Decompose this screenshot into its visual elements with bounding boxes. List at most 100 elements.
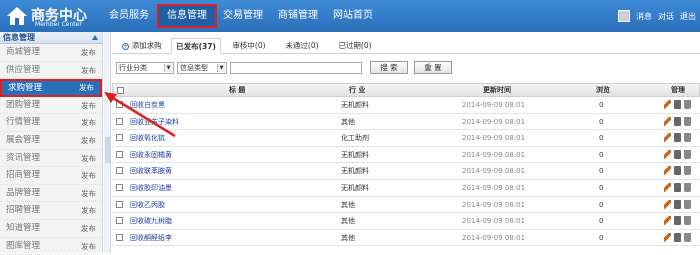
row-checkbox[interactable] [116,167,123,175]
row-checkbox[interactable] [116,200,123,208]
splitter-handle[interactable] [105,137,110,163]
trash-icon[interactable] [684,199,691,209]
row-checkbox[interactable] [116,117,123,125]
row-checkbox[interactable] [116,101,123,108]
user-avatar-icon[interactable] [618,10,630,22]
trash-icon[interactable] [684,100,691,109]
folder-icon[interactable] [674,232,681,242]
edit-icon[interactable] [664,116,671,126]
row-title-link[interactable]: 回收白炭黑 [130,97,165,113]
add-buy-request-button[interactable]: + 添加求购 [116,38,168,54]
tab-pending[interactable]: 审核中(0) [225,38,273,54]
row-title-link[interactable]: 回收永固橘黄 [130,147,172,163]
tab-expired[interactable]: 已过期(0) [331,38,379,54]
trash-icon[interactable] [684,216,691,226]
nav-shop-management[interactable]: 商铺管理 [273,4,323,28]
row-title-link[interactable]: 回收氧化钪 [130,130,165,146]
trash-icon[interactable] [684,149,691,159]
publish-link[interactable]: 发布 [81,132,96,150]
nav-info-management[interactable]: 信息管理 [157,4,217,28]
sidebar-item[interactable]: 团购管理 发布 [0,97,102,115]
trash-icon[interactable] [684,232,691,242]
publish-link[interactable]: 发布 [81,185,96,203]
nav-site-home[interactable]: 网站首页 [328,4,378,28]
member-center-logo[interactable]: 商务中心 Member Center [6,3,106,29]
row-checkbox[interactable] [116,183,123,191]
row-actions [664,116,691,127]
type-select[interactable]: 信息类型 ▼ [177,62,227,74]
folder-icon[interactable] [674,166,681,176]
tab-published[interactable]: 已发布(37) [171,38,221,54]
messages-link[interactable]: 消息 [636,11,652,22]
edit-icon[interactable] [664,232,671,242]
sidebar-splitter[interactable] [104,32,111,253]
sidebar-item-label: 商城管理 [6,47,41,57]
edit-icon[interactable] [664,216,671,226]
trash-icon[interactable] [684,166,691,176]
row-views: 0 [599,117,604,126]
row-actions [664,182,691,193]
sidebar-item[interactable]: 招聘管理 发布 [0,202,102,220]
sidebar-header[interactable]: 信息管理 [0,32,102,44]
publish-link[interactable]: 发布 [81,114,96,132]
folder-icon[interactable] [674,216,681,226]
tab-rejected[interactable]: 未通过(0) [278,38,326,54]
industry-select[interactable]: 行业分类 ▼ [116,62,174,74]
sidebar-item[interactable]: 求购管理 发布 [0,79,102,97]
trash-icon[interactable] [684,182,691,192]
publish-link[interactable]: 发布 [81,62,96,80]
nav-trade-management[interactable]: 交易管理 [218,4,268,28]
edit-icon[interactable] [664,149,671,159]
edit-icon[interactable] [664,199,671,209]
sidebar-item[interactable]: 展会管理 发布 [0,132,102,150]
row-checkbox[interactable] [116,134,123,142]
chat-link[interactable]: 对话 [658,11,674,22]
edit-icon[interactable] [664,166,671,176]
sidebar-item[interactable]: 知道管理 发布 [0,220,102,238]
keyword-input[interactable] [230,62,362,74]
row-title-link[interactable]: 回收胶印油墨 [130,180,172,196]
folder-icon[interactable] [674,100,681,109]
publish-link[interactable]: 发布 [81,238,96,255]
sidebar-item[interactable]: 商城管理 发布 [0,44,102,62]
trash-icon[interactable] [684,116,691,126]
edit-icon[interactable] [664,182,671,192]
collapse-icon[interactable] [92,35,98,40]
sidebar-item[interactable]: 行情管理 发布 [0,114,102,132]
sidebar-item[interactable]: 供应管理 发布 [0,62,102,80]
row-title-link[interactable]: 回收乙丙胶 [130,197,165,213]
row-checkbox[interactable] [116,233,123,241]
edit-icon[interactable] [664,133,671,143]
folder-icon[interactable] [674,116,681,126]
folder-icon[interactable] [674,182,681,192]
row-checkbox[interactable] [116,217,123,225]
row-title-link[interactable]: 回收联苯胺黄 [130,163,172,179]
edit-icon[interactable] [664,100,671,109]
logout-link[interactable]: 退出 [680,11,696,22]
publish-link[interactable]: 发布 [81,97,96,115]
folder-icon[interactable] [674,199,681,209]
trash-icon[interactable] [684,133,691,143]
publish-link[interactable]: 发布 [81,220,96,238]
nav-member-service[interactable]: 会员服务 [104,4,154,28]
table-row: 回收永固橘黄 无机颜料 2014-09-09 08:01 0 [112,147,700,164]
publish-link[interactable]: 发布 [81,150,96,168]
sidebar-item[interactable]: 图库管理 发布 [0,238,102,255]
reset-button[interactable]: 重 置 [414,61,452,74]
select-all-checkbox[interactable] [117,87,124,94]
table-row: 回收乙丙胶 其他 2014-09-09 08:01 0 [112,197,700,214]
row-title-link[interactable]: 回收酮醛纸李 [130,230,172,246]
publish-link[interactable]: 发布 [81,167,96,185]
sidebar-item[interactable]: 招商管理 发布 [0,167,102,185]
folder-icon[interactable] [674,149,681,159]
row-title-link[interactable]: 回收亚苏子染料 [130,114,179,130]
search-button[interactable]: 搜 索 [370,61,408,74]
folder-icon[interactable] [674,133,681,143]
publish-link[interactable]: 发布 [81,44,96,62]
row-checkbox[interactable] [116,150,123,158]
publish-link[interactable]: 发布 [81,202,96,220]
sidebar-item[interactable]: 资讯管理 发布 [0,150,102,168]
publish-link[interactable]: 发布 [79,81,94,95]
sidebar-item[interactable]: 品牌管理 发布 [0,185,102,203]
row-title-link[interactable]: 回收碳九树脂 [130,213,172,229]
